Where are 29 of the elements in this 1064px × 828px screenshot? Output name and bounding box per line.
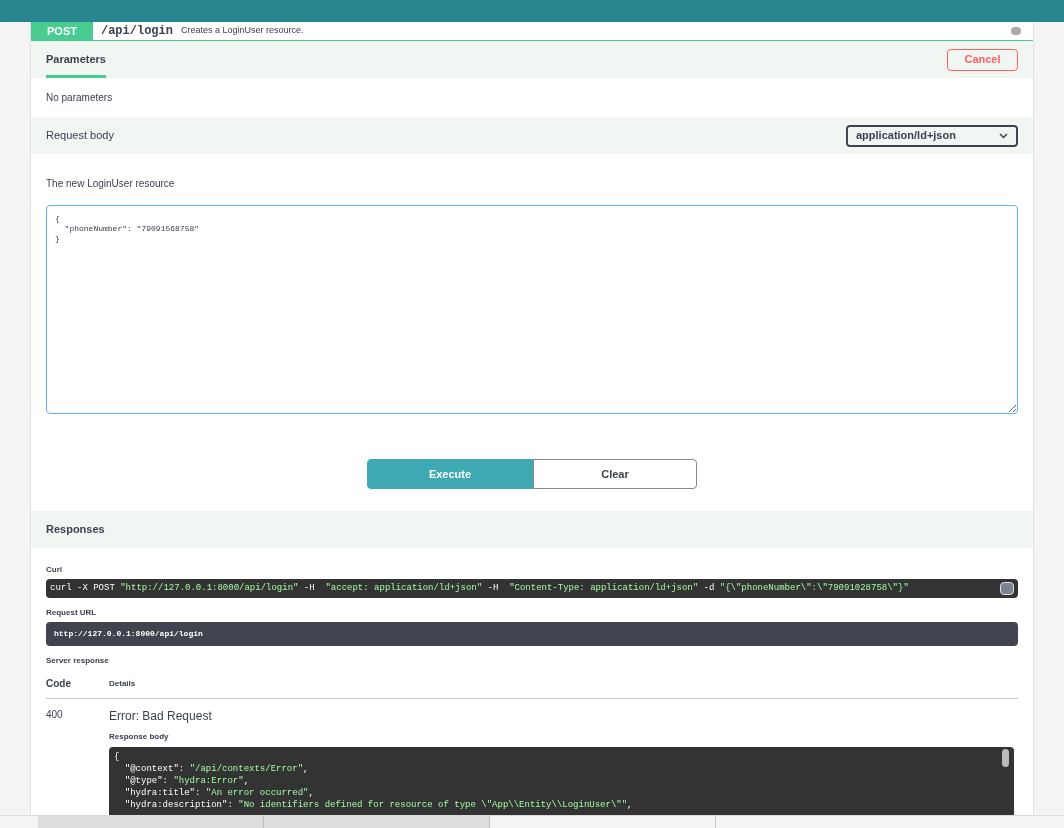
request-body-label: Request body (46, 128, 114, 144)
column-header: Code (46, 677, 72, 691)
response-code: 400 (46, 708, 64, 722)
operation-summary: Creates a LoginUser resource. (180, 24, 304, 38)
curl-command-text: curl -X POST "http://127.0.0.1:8000/api/login" -H "accept: application/ld+json" -H "Content-Type: application/ld+json" -d "{\"phoneNumber\":\"79091028758\"}" (50, 581, 909, 595)
scrollbar-thumb[interactable] (1002, 749, 1009, 767)
request-url-label: Request URL (46, 607, 98, 619)
code-line: "@context": "/api/contexts/Error", (123, 763, 310, 775)
no-parameters-text: No parameters (45, 91, 114, 105)
column-header: Details (109, 677, 136, 690)
response-body-label: Response body (109, 731, 170, 743)
code-line: "hydra:description": "No identifiers defined for resource of type \"App\\Entity\\LoginUser\"", (123, 799, 634, 811)
copy-icon[interactable] (1000, 582, 1014, 595)
request-url: http://127.0.0.1:8000/api/login (46, 622, 1018, 646)
code-line: { (114, 751, 121, 763)
code-line: "@type": "hydra:Error", (123, 775, 251, 787)
code-line: "hydra:title": "An error occurred", (123, 787, 315, 799)
chevron-down-icon (999, 132, 1008, 139)
request-body-description: The new LoginUser resource (45, 177, 176, 191)
parameters-tab[interactable]: Parameters (46, 50, 106, 78)
response-status: Error: Bad Request (109, 708, 213, 725)
curl-label: Curl (46, 564, 63, 576)
method-badge: POST (31, 22, 93, 40)
content-type-select[interactable]: application/ld+json (846, 124, 1018, 147)
server-response-label: Server response (46, 655, 110, 667)
request-body-editor[interactable]: { "phoneNumber": "79091568758" } (46, 205, 1018, 414)
responses-title: Responses (46, 522, 105, 538)
operation-path: /api/login (100, 23, 173, 40)
clear-button[interactable]: Clear (533, 459, 697, 489)
